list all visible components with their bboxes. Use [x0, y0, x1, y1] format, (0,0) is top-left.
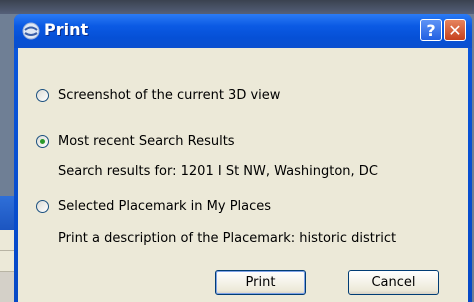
option-search-results[interactable]: Most recent Search Results	[36, 134, 235, 149]
print-button[interactable]: Print	[215, 270, 306, 295]
option-screenshot[interactable]: Screenshot of the current 3D view	[36, 88, 280, 103]
background-window-strip	[0, 0, 474, 14]
placemark-detail: Print a description of the Placemark: hi…	[58, 231, 397, 246]
option-placemark-label: Selected Placemark in My Places	[58, 199, 272, 214]
print-dialog: Print ? ✕ Screenshot of the current 3D v…	[14, 14, 472, 302]
help-button[interactable]: ?	[420, 19, 442, 41]
cancel-button[interactable]: Cancel	[348, 270, 439, 295]
search-results-detail: Search results for: 1201 I St NW, Washin…	[58, 164, 378, 179]
print-app-icon	[22, 22, 40, 40]
title-bar[interactable]: Print ? ✕	[14, 14, 472, 48]
dialog-body: Screenshot of the current 3D view Most r…	[18, 48, 468, 302]
radio-search-results[interactable]	[36, 135, 49, 148]
radio-placemark[interactable]	[36, 200, 49, 213]
radio-screenshot[interactable]	[36, 89, 49, 102]
option-screenshot-label: Screenshot of the current 3D view	[58, 88, 281, 103]
option-placemark[interactable]: Selected Placemark in My Places	[36, 199, 271, 214]
close-button[interactable]: ✕	[444, 19, 466, 41]
dialog-title: Print	[44, 20, 89, 39]
option-search-results-label: Most recent Search Results	[58, 134, 235, 149]
